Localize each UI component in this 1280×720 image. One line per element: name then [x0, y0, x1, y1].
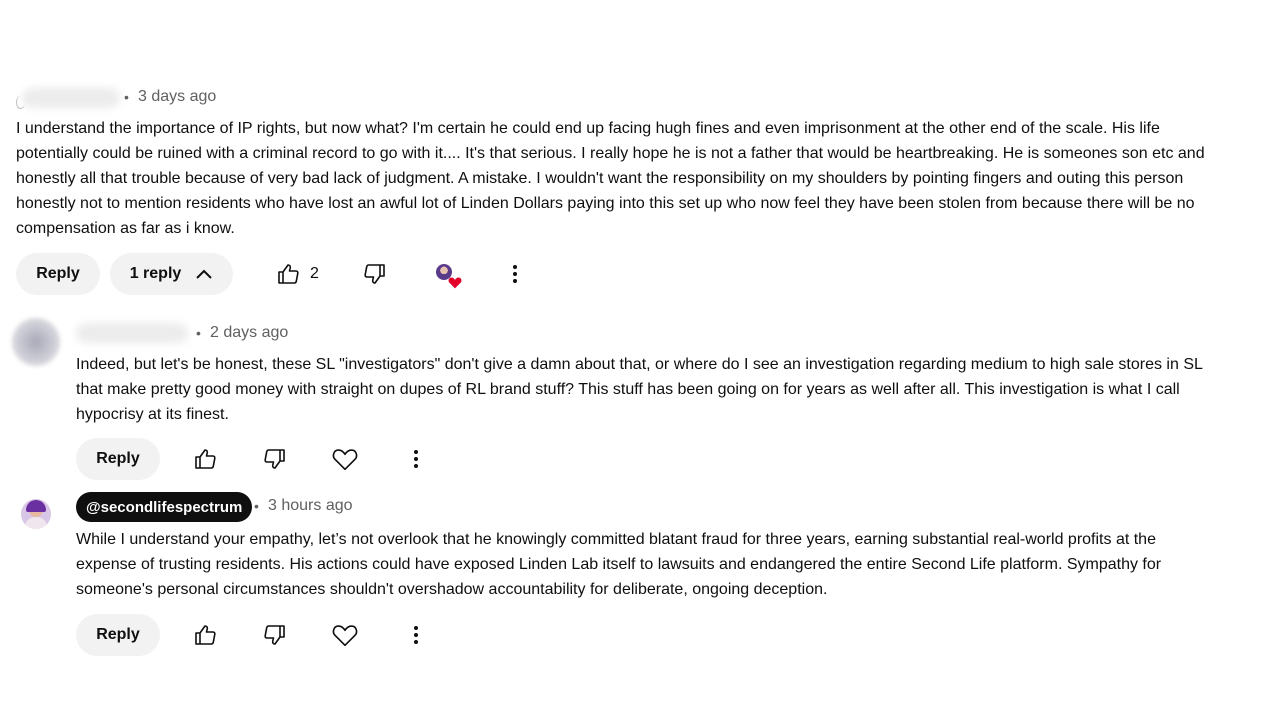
comment-line: Indeed, but let's be honest, these SL "i… [76, 356, 1203, 373]
dislike-button[interactable] [257, 441, 293, 477]
comment-line: compensation as far as i know. [16, 220, 235, 237]
heart-icon [448, 276, 462, 294]
more-actions-button[interactable] [497, 256, 533, 292]
reply-comment-1: • 2 days ago Indeed, but let's be honest… [0, 300, 1280, 485]
dislike-icon [263, 623, 287, 647]
like-icon [276, 262, 300, 286]
heart-button[interactable] [327, 441, 363, 477]
chevron-up-icon [195, 268, 213, 280]
reply-button-label: Reply [36, 265, 80, 282]
comment-timestamp[interactable]: 3 hours ago [268, 497, 353, 515]
author-handle: @secondlifespectrum [86, 498, 243, 516]
like-button[interactable] [270, 256, 306, 292]
like-count: 2 [310, 265, 319, 282]
comment-body: While I understand your empathy, let’s n… [76, 527, 1256, 602]
creator-handle-badge[interactable]: @secondlifespectrum [76, 492, 253, 522]
dislike-button[interactable] [257, 617, 293, 653]
reply-button[interactable]: Reply [16, 253, 100, 295]
avatar[interactable] [21, 499, 51, 529]
comment-line: that make pretty good money with straigh… [76, 381, 1180, 398]
heart-outline-icon [332, 447, 358, 471]
comment-body: I understand the importance of IP rights… [16, 116, 1256, 241]
dislike-icon [363, 262, 387, 286]
reply-comment-2: @secondlifespectrum • 3 hours ago While … [0, 485, 1280, 685]
dislike-icon [263, 447, 287, 471]
replies-count-label: 1 reply [129, 265, 182, 282]
heart-outline-icon [332, 623, 358, 647]
avatar [12, 318, 60, 366]
like-icon [193, 447, 217, 471]
author-name-redacted [76, 323, 188, 343]
reply-button-label: Reply [96, 626, 140, 643]
more-actions-button[interactable] [398, 441, 434, 477]
comment-timestamp[interactable]: 3 days ago [138, 88, 216, 106]
avatar-hair [26, 500, 46, 512]
more-vert-icon [413, 449, 419, 469]
meta-separator: • [254, 498, 259, 514]
dislike-button[interactable] [357, 256, 393, 292]
comment-1: • 3 days ago I understand the importance… [0, 0, 1280, 300]
comment-line: I understand the importance of IP rights… [16, 120, 1160, 137]
reply-button[interactable]: Reply [76, 438, 160, 480]
heart-button[interactable] [327, 617, 363, 653]
comment-line: While I understand your empathy, let’s n… [76, 531, 1156, 548]
comment-timestamp[interactable]: 2 days ago [210, 324, 288, 342]
more-vert-icon [512, 264, 518, 284]
reply-button[interactable]: Reply [76, 614, 160, 656]
comment-line: honestly all that trouble because of ver… [16, 170, 1184, 187]
author-name-redacted [22, 88, 120, 108]
creator-heart-badge[interactable] [436, 264, 462, 290]
more-vert-icon [413, 625, 419, 645]
comment-line: potentially could be ruined with a crimi… [16, 145, 1205, 162]
like-button[interactable] [187, 441, 223, 477]
toggle-replies-button[interactable]: 1 reply [110, 253, 233, 295]
like-icon [193, 623, 217, 647]
comment-body: Indeed, but let's be honest, these SL "i… [76, 352, 1256, 427]
avatar-body [25, 517, 47, 529]
comment-line: expense of trusting residents. His actio… [76, 556, 1162, 573]
comment-line: hypocrisy at its finest. [76, 406, 229, 423]
meta-separator: • [124, 89, 129, 105]
comment-line: someone's personal circumstances shouldn… [76, 581, 828, 598]
comment-line: honestly not to mention residents who ha… [16, 195, 1195, 212]
more-actions-button[interactable] [398, 617, 434, 653]
meta-separator: • [196, 325, 201, 341]
like-button[interactable] [187, 617, 223, 653]
reply-button-label: Reply [96, 450, 140, 467]
